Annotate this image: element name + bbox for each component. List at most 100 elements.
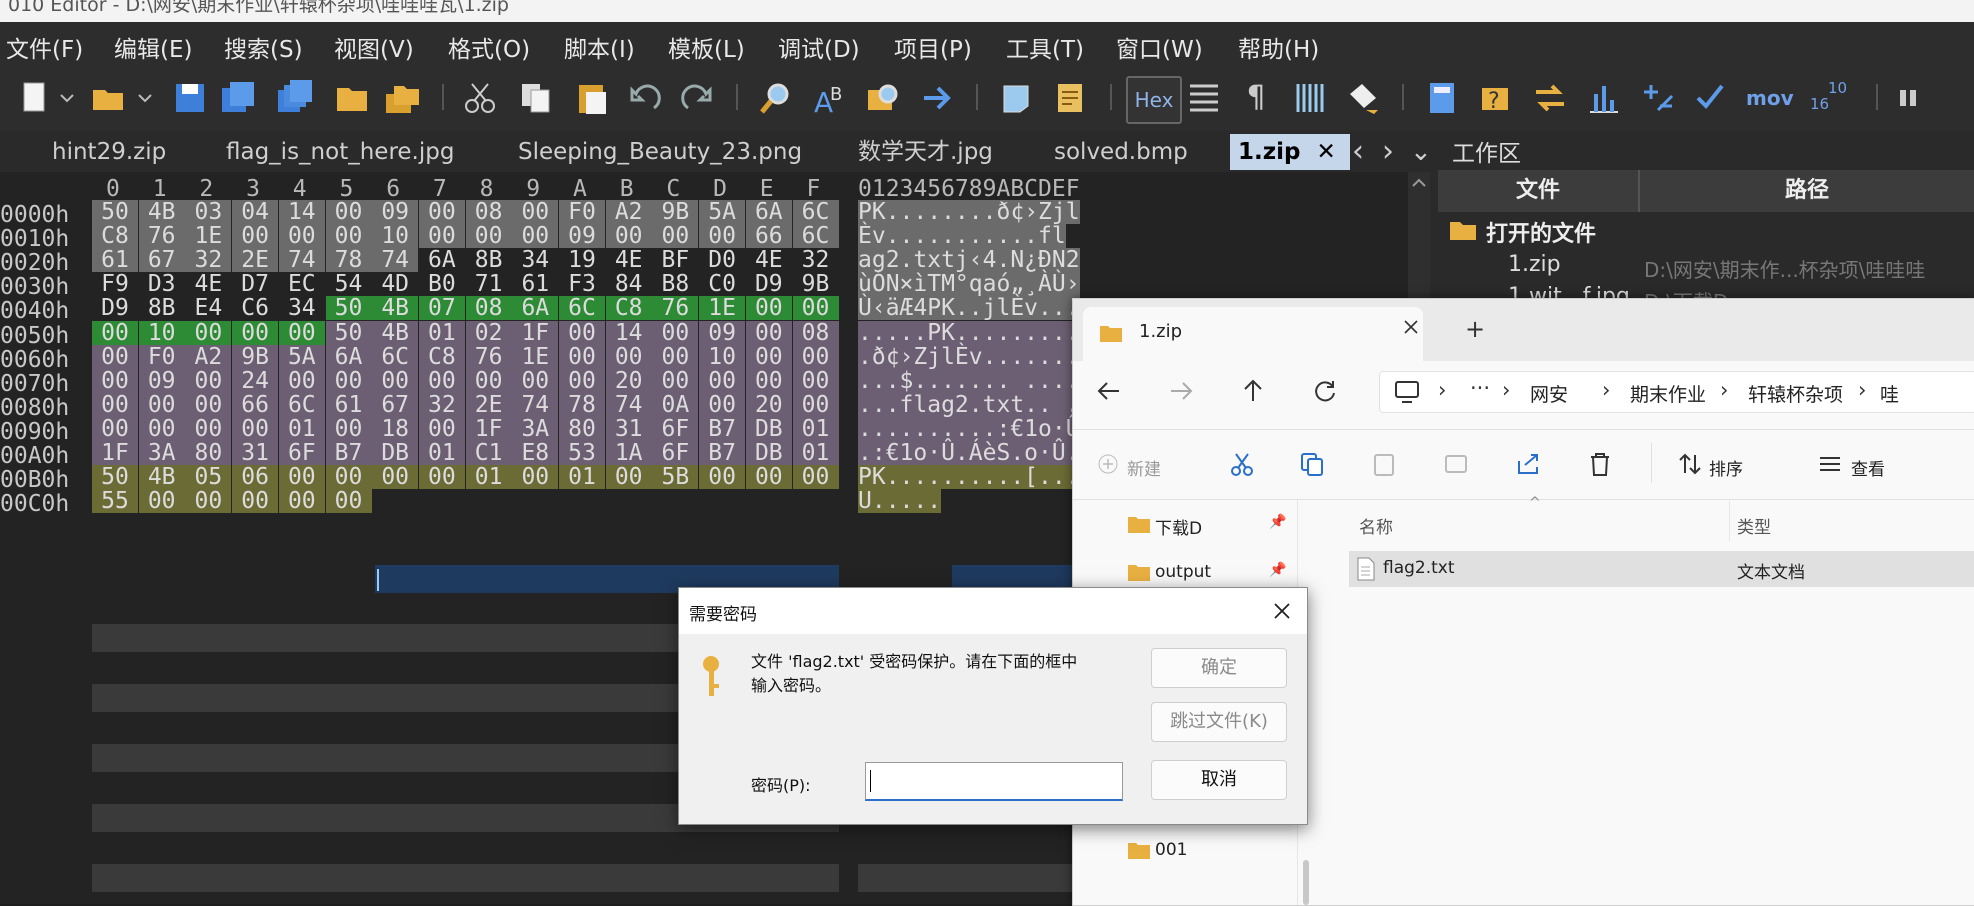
ok-button[interactable]: 确定 <box>1151 648 1287 688</box>
paste-icon[interactable] <box>574 80 610 116</box>
hex-byte[interactable]: 53 <box>559 441 605 465</box>
ascii-row[interactable]: PK..........[... <box>858 465 1080 489</box>
ascii-row[interactable]: ùÓN×ìTM°qaó„¸ÀÙ› <box>858 272 1080 296</box>
template-icon[interactable] <box>1052 80 1088 116</box>
hex-byte[interactable]: 1E <box>699 296 746 320</box>
hex-byte[interactable]: 6F <box>652 441 699 465</box>
hex-byte[interactable]: D9 <box>92 296 138 320</box>
hex-byte[interactable]: 00 <box>418 417 465 441</box>
menu-help[interactable]: 帮助(H) <box>1238 30 1319 64</box>
hex-byte[interactable]: B7 <box>699 441 746 465</box>
hex-byte[interactable]: 61 <box>512 272 558 296</box>
hex-byte[interactable]: 01 <box>465 465 512 489</box>
hex-byte[interactable]: 00 <box>559 369 605 393</box>
hex-byte[interactable]: 00 <box>512 465 559 489</box>
hex-byte[interactable]: 08 <box>465 200 512 224</box>
forward-icon[interactable] <box>1167 377 1195 409</box>
operations-icon[interactable] <box>1694 80 1730 116</box>
hex-byte[interactable]: 80 <box>185 441 232 465</box>
hex-byte[interactable]: 00 <box>92 320 138 345</box>
hex-byte[interactable]: 9B <box>232 344 279 369</box>
histogram-icon[interactable] <box>1586 80 1622 116</box>
hex-byte[interactable]: 00 <box>92 369 138 393</box>
sidebar-item-001[interactable]: 001 <box>1155 840 1187 860</box>
explorer-tab-close-icon[interactable] <box>1401 317 1421 343</box>
hex-byte[interactable]: 00 <box>418 200 465 224</box>
hex-byte[interactable]: 00 <box>92 393 138 417</box>
hex-byte[interactable]: 9B <box>793 272 839 296</box>
inspector-icon[interactable]: ? <box>1478 80 1514 116</box>
hex-byte[interactable]: 1F <box>465 417 512 441</box>
hex-byte[interactable]: 1A <box>605 441 652 465</box>
ascii-row[interactable]: .:€1o·Û.ÁèS.o·Û. <box>858 441 1080 465</box>
ascii-row[interactable]: Ù‹äÆ4PK..jlÈv... <box>858 296 1080 320</box>
checksum-icon[interactable] <box>1640 80 1676 116</box>
redo-icon[interactable] <box>680 80 716 116</box>
share-icon[interactable] <box>1515 451 1541 481</box>
hex-byte[interactable]: 6A <box>325 344 372 369</box>
highlight-icon[interactable] <box>1346 80 1382 116</box>
hex-byte[interactable]: 08 <box>465 296 512 320</box>
hex-byte[interactable]: 6C <box>278 393 325 417</box>
hex-byte[interactable]: 32 <box>418 393 465 417</box>
cut-icon[interactable] <box>1229 451 1255 481</box>
new-file-icon[interactable] <box>16 80 52 116</box>
hex-byte[interactable]: 00 <box>232 417 279 441</box>
hex-byte[interactable]: 3A <box>138 441 185 465</box>
hex-byte[interactable]: C8 <box>605 296 652 320</box>
hex-byte[interactable]: 00 <box>185 393 232 417</box>
back-icon[interactable] <box>1095 377 1123 409</box>
hex-byte[interactable]: 00 <box>745 369 792 393</box>
hex-byte[interactable]: 00 <box>699 224 746 248</box>
hex-byte[interactable]: 00 <box>418 224 465 248</box>
hex-byte[interactable]: 54 <box>326 272 372 296</box>
replace-icon[interactable]: AB <box>812 80 848 119</box>
hex-byte[interactable]: B8 <box>652 272 698 296</box>
menu-format[interactable]: 格式(O) <box>448 30 530 64</box>
hex-byte[interactable]: 00 <box>652 344 699 369</box>
hex-byte[interactable]: 01 <box>278 417 325 441</box>
hex-byte[interactable]: 31 <box>232 441 279 465</box>
menu-search[interactable]: 搜索(S) <box>224 30 303 64</box>
open-recent-icon[interactable] <box>384 80 420 116</box>
pin-icon[interactable]: 📌 <box>1269 562 1286 578</box>
hex-byte[interactable]: 00 <box>325 224 372 248</box>
hex-byte[interactable]: 00 <box>559 320 605 345</box>
explorer-new-tab-button[interactable]: + <box>1465 315 1485 343</box>
hex-byte[interactable]: 00 <box>699 465 746 489</box>
menu-window[interactable]: 窗口(W) <box>1116 30 1203 64</box>
password-input[interactable] <box>865 762 1123 801</box>
hex-byte[interactable]: 00 <box>652 369 699 393</box>
hex-byte[interactable]: 74 <box>278 248 325 272</box>
ascii-row[interactable]: Èv...........fl <box>858 224 1066 248</box>
hex-byte[interactable]: 00 <box>792 344 839 369</box>
hex-byte[interactable]: D0 <box>699 248 745 272</box>
hex-byte[interactable]: 00 <box>512 369 559 393</box>
ascii-row[interactable]: ...$....... .... <box>858 369 1080 393</box>
hex-byte[interactable]: 00 <box>185 320 232 345</box>
hex-byte[interactable]: 0A <box>652 393 699 417</box>
column-file-header[interactable]: 文件 <box>1438 170 1640 212</box>
tab-math-genius[interactable]: 数学天才.jpg <box>850 134 1001 170</box>
breadcrumb-item[interactable]: 轩辕杯杂项 <box>1748 380 1843 407</box>
columns-icon[interactable] <box>1186 80 1222 116</box>
cancel-button[interactable]: 取消 <box>1151 760 1287 800</box>
hex-byte[interactable]: 4B <box>372 296 419 320</box>
hex-byte[interactable]: 1E <box>512 344 559 369</box>
hex-byte[interactable]: 00 <box>605 344 652 369</box>
hex-byte[interactable]: 6C <box>372 344 419 369</box>
hex-byte[interactable]: 00 <box>278 224 325 248</box>
hex-byte[interactable]: 4B <box>138 200 185 224</box>
menu-project[interactable]: 项目(P) <box>894 30 972 64</box>
save-all-icon[interactable] <box>276 80 312 116</box>
hex-byte[interactable]: E8 <box>512 441 559 465</box>
hex-byte[interactable]: 00 <box>699 393 746 417</box>
column-path-header[interactable]: 路径 <box>1640 170 1974 212</box>
hex-byte[interactable]: 00 <box>372 369 419 393</box>
ascii-row[interactable]: ..........:€1o·Û. <box>858 417 1094 441</box>
find-in-files-icon[interactable] <box>866 80 902 116</box>
hex-byte[interactable]: 78 <box>559 393 605 417</box>
hex-byte[interactable]: 00 <box>512 200 559 224</box>
hex-byte[interactable]: 00 <box>372 465 419 489</box>
hex-byte[interactable]: 14 <box>605 320 652 345</box>
